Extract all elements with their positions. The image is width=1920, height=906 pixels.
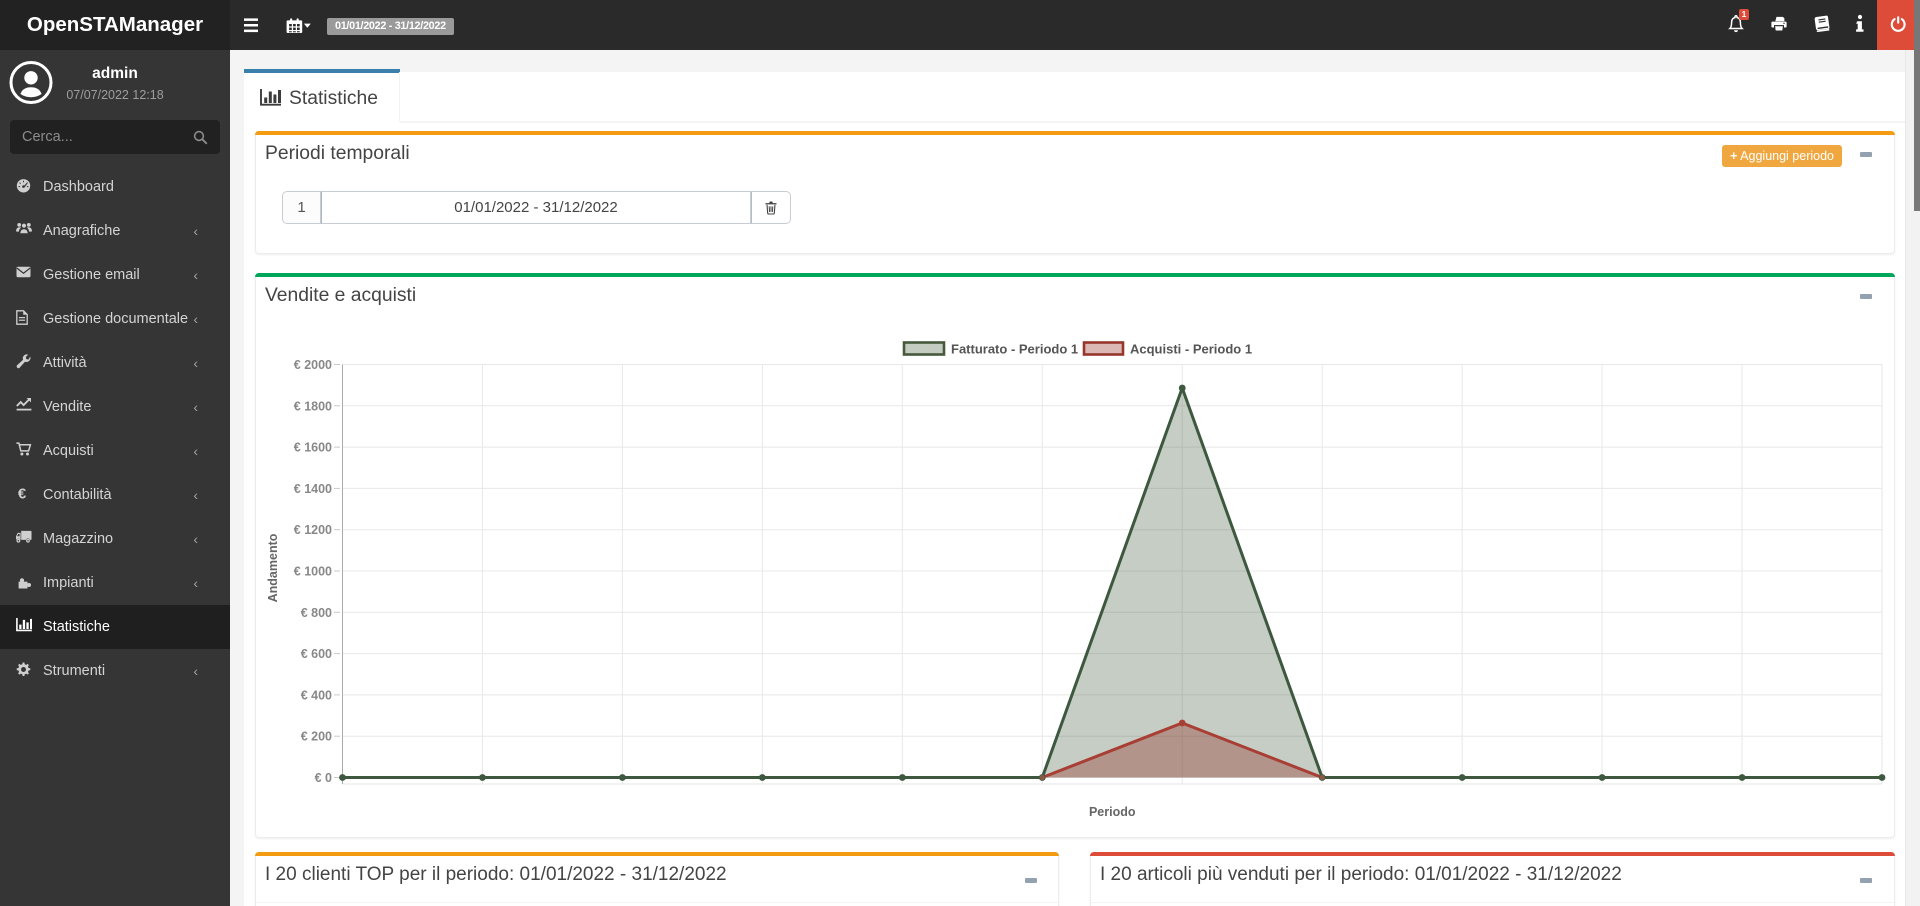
svg-text:Andamento: Andamento [266, 533, 280, 602]
svg-text:Periodo: Periodo [1089, 805, 1136, 819]
svg-text:€ 600: € 600 [301, 647, 332, 661]
svg-text:€ 1600: € 1600 [294, 441, 332, 455]
svg-text:€ 1200: € 1200 [294, 523, 332, 537]
svg-text:€ 1000: € 1000 [294, 565, 332, 579]
svg-text:€ 400: € 400 [301, 688, 332, 702]
svg-text:Fatturato - Periodo 1: Fatturato - Periodo 1 [951, 342, 1078, 357]
svg-text:€ 1400: € 1400 [294, 482, 332, 496]
svg-text:€ 2000: € 2000 [294, 358, 332, 372]
svg-text:€ 1800: € 1800 [294, 399, 332, 413]
svg-text:€ 800: € 800 [301, 606, 332, 620]
svg-text:€: € [18, 486, 27, 501]
svg-text:Acquisti - Periodo 1: Acquisti - Periodo 1 [1130, 342, 1252, 357]
svg-text:€ 0: € 0 [315, 771, 332, 785]
svg-text:€ 200: € 200 [301, 730, 332, 744]
